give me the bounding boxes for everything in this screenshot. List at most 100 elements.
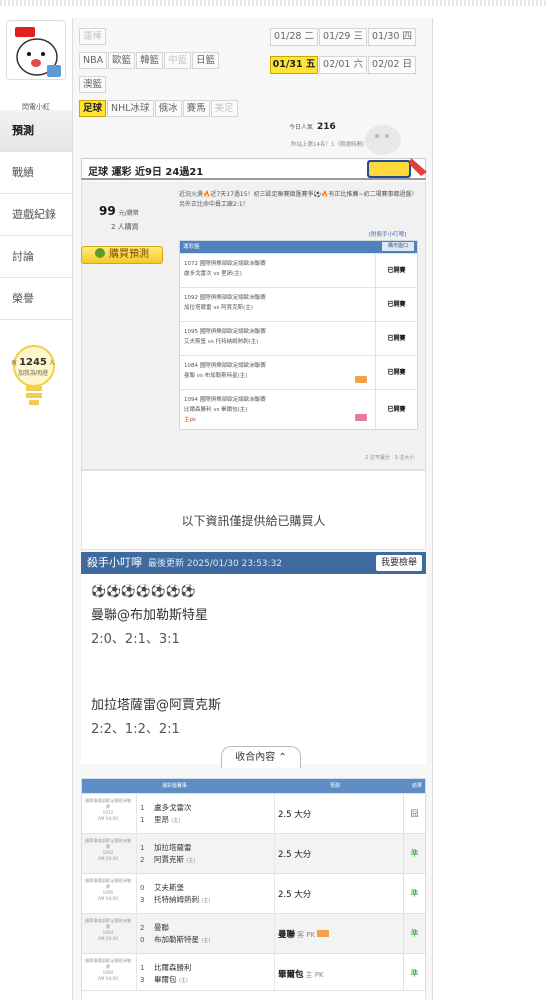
score-2: 2:2、1:2、2:1 xyxy=(91,722,180,737)
score-1: 2:0、2:1、3:1 xyxy=(91,632,180,647)
result-teams: 盧多戈雷次 里昂 (主) xyxy=(154,802,192,827)
cat-football[interactable]: 足球 xyxy=(79,100,107,117)
league-name: 國際俱樂部歐足總歐洲聯賽 xyxy=(84,838,132,849)
avatar[interactable] xyxy=(6,20,66,80)
killer-badge-icon xyxy=(367,158,427,178)
pick-row-status: 已開賽 xyxy=(375,288,417,321)
attach-note[interactable]: [附殺手小叮嚀] xyxy=(369,230,406,238)
killer-title: 殺手小叮嚀 xyxy=(87,556,142,569)
divider xyxy=(136,794,137,833)
football-icons: ⚽⚽⚽⚽⚽⚽⚽ xyxy=(91,584,196,598)
team-away: 比爾森勝利 xyxy=(154,963,192,972)
buy-button[interactable]: 購買預測 xyxy=(81,246,163,264)
cat-china-basketball[interactable]: 中籃 xyxy=(164,52,192,69)
cat-japan-basketball[interactable]: 日籃 xyxy=(192,52,220,69)
result-teams: 艾夫斯堡 托特納姆熱刺 (主) xyxy=(154,882,210,907)
pred-team: 畢爾包 xyxy=(278,970,304,980)
game-time: AM 04:00 xyxy=(98,936,118,941)
cat-nhl[interactable]: NHL冰球 xyxy=(107,100,154,117)
team-home: 托特納姆熱刺 xyxy=(154,895,199,904)
lightbulb-unit: 人 xyxy=(48,360,55,367)
result-row: 國際俱樂部歐足總歐洲聯賽 1084 AM 04:00 20 曼聯 布加勒斯特星 (主)… xyxy=(82,913,425,953)
score-away: 2 xyxy=(140,924,145,932)
result-pred: 2.5 大分 xyxy=(278,810,312,820)
left-sidebar: 閃電小紅 預測 戰績 遊戲紀錄 討論 榮譽 有 1245 人 加我為明燈 xyxy=(0,18,80,1000)
cat-australia-basketball[interactable]: 澳籃 xyxy=(79,76,107,93)
result-mark: 準 xyxy=(403,834,425,873)
result-league: 國際俱樂部歐足總歐洲聯賽 1072 AM 04:00 xyxy=(84,798,132,822)
result-pred: 曼聯客 PK xyxy=(278,928,330,940)
date-0131[interactable]: 01/31 五 xyxy=(270,56,318,74)
report-button[interactable]: 我要檢舉 xyxy=(375,555,422,571)
date-0202[interactable]: 02/02 日 xyxy=(368,56,416,74)
killer-body: ⚽⚽⚽⚽⚽⚽⚽ 曼聯@布加勒斯特星 2:0、2:1、3:1 加拉塔薩雷@阿賈克斯… xyxy=(81,574,426,768)
cat-euro-basketball[interactable]: 歐籃 xyxy=(108,52,136,69)
cat-nba[interactable]: NBA xyxy=(79,52,108,69)
team-away: 艾夫斯堡 xyxy=(154,883,184,892)
result-mark: 準 xyxy=(403,874,425,913)
nav-game-history[interactable]: 遊戲紀錄 xyxy=(0,194,72,236)
nav-honor[interactable]: 榮譽 xyxy=(0,278,72,320)
nav-discussion[interactable]: 討論 xyxy=(0,236,72,278)
result-mark: 囧 xyxy=(403,794,425,833)
result-pred: 2.5 大分 xyxy=(278,890,312,900)
cat-american-football[interactable]: 美足 xyxy=(210,100,238,117)
result-row: 國際俱樂部歐足總歐洲聯賽 1072 AM 04:00 11 盧多戈雷次 里昂 (主) … xyxy=(82,793,425,833)
result-teams: 加拉塔薩雷 阿賈克斯 (主) xyxy=(154,842,195,867)
game-code: 1095 xyxy=(102,890,114,895)
result-scores: 11 xyxy=(140,802,144,826)
game-code: 1094 xyxy=(102,970,114,975)
divider xyxy=(274,834,275,873)
result-league: 國際俱樂部歐足總歐洲聯賽 1084 AM 04:00 xyxy=(84,918,132,942)
score-home: 3 xyxy=(140,976,145,984)
result-mark: 準 xyxy=(403,954,425,993)
pick-table-head: 運彩盤 xyxy=(183,244,200,250)
pick-row-status: 已開賽 xyxy=(375,322,417,355)
nav-record[interactable]: 戰績 xyxy=(0,152,72,194)
date-0130[interactable]: 01/30 四 xyxy=(368,28,416,46)
result-mark: 準 xyxy=(403,914,425,953)
team-away: 盧多戈雷次 xyxy=(154,803,192,812)
game-code: 1092 xyxy=(102,850,114,855)
result-pred: 2.5 大分 xyxy=(278,850,312,860)
score-home: 3 xyxy=(140,896,145,904)
result-row: 國際俱樂部歐足總歐洲聯賽 1094 AM 04:00 13 比爾森勝利 畢爾包 (主)… xyxy=(82,953,425,993)
divider xyxy=(274,874,275,913)
date-0201[interactable]: 02/01 六 xyxy=(319,56,367,74)
info-message: 以下資訊僅提供給已購買人 xyxy=(181,514,326,528)
cat-russia-hockey[interactable]: 俄冰 xyxy=(154,100,182,117)
cat-baseball[interactable]: 運棒 xyxy=(79,28,107,45)
today-popularity: 今日人氣 216 xyxy=(289,122,336,132)
main-panel: 運棒 NBA 歐籃 韓籃 中籃 日籃 澳籃 足球 NHL冰球 俄冰 賽馬 美足 01/28 二0… xyxy=(72,18,433,1000)
league-name: 國際俱樂部歐足總歐洲聯賽 xyxy=(84,878,132,889)
result-scores: 20 xyxy=(140,922,144,946)
lightbulb-prefix: 有 xyxy=(11,360,20,367)
cat-horse[interactable]: 賽馬 xyxy=(182,100,210,117)
date-0129[interactable]: 01/29 三 xyxy=(319,28,367,46)
lightbulb-icon[interactable] xyxy=(4,342,64,422)
pick-note: 2 注不讓分 · 3 注大小 xyxy=(365,455,415,461)
collapse-button[interactable]: 收合內容 ⌃ xyxy=(221,746,301,768)
team-home: 阿賈克斯 xyxy=(154,855,184,864)
score-away: 1 xyxy=(140,964,145,972)
pick-table-head-right[interactable]: 購市盤口 xyxy=(381,242,414,251)
date-0128[interactable]: 01/28 二 xyxy=(270,28,318,46)
score-home: 2 xyxy=(140,856,145,864)
nav-predict[interactable]: 預測 xyxy=(0,110,80,152)
comment-box[interactable] xyxy=(81,990,426,1000)
pick-row: 1072 國際俱樂部歐足總歐洲聯賽 盧多戈雷次 vs 里昂(主) 已開賽 xyxy=(180,253,417,287)
price-value: 99 xyxy=(99,204,116,218)
result-scores: 03 xyxy=(140,882,144,906)
pick-table: 運彩盤 購市盤口 1072 國際俱樂部歐足總歐洲聯賽 盧多戈雷次 vs 里昂(主) 已… xyxy=(179,240,418,430)
cat-korea-basketball[interactable]: 韓籃 xyxy=(136,52,164,69)
game-time: AM 04:00 xyxy=(98,856,118,861)
results-head-event: 運彩盤賽事 xyxy=(162,783,188,789)
divider xyxy=(136,954,137,993)
results-header: 運彩盤賽事 預測 結果 xyxy=(82,779,425,793)
pick-row-status: 已開賽 xyxy=(375,356,417,389)
team-home: 里昂 xyxy=(154,815,169,824)
game-code: 1084 xyxy=(102,930,114,935)
game-time: AM 04:00 xyxy=(98,816,118,821)
result-row: 國際俱樂部歐足總歐洲聯賽 1095 AM 04:00 03 艾夫斯堡 托特納姆熱刺 (… xyxy=(82,873,425,913)
top-border xyxy=(0,0,548,6)
